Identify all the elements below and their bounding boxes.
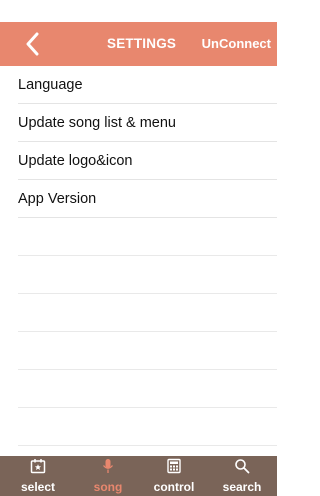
- empty-list-row: [18, 294, 277, 332]
- unconnect-button[interactable]: UnConnect: [202, 22, 271, 66]
- settings-item-label: Update logo&icon: [18, 153, 133, 169]
- tab-label: song: [93, 480, 123, 494]
- microphone-icon: [100, 458, 116, 477]
- tab-label: control: [153, 480, 195, 494]
- tab-select[interactable]: select: [8, 456, 68, 496]
- empty-list-row: [18, 408, 277, 446]
- search-icon: [234, 458, 250, 477]
- bottom-tab-bar: select song control search: [0, 456, 277, 496]
- settings-item-label: Language: [18, 77, 83, 93]
- settings-item-app-version[interactable]: App Version: [18, 180, 277, 218]
- empty-list-row: [18, 256, 277, 294]
- status-bar-area: [0, 0, 277, 22]
- empty-list-row: [18, 218, 277, 256]
- settings-item-label: App Version: [18, 191, 97, 207]
- tab-search[interactable]: search: [212, 456, 272, 496]
- page-title: SETTINGS: [107, 36, 177, 51]
- settings-list: Language Update song list & menu Update …: [0, 66, 277, 484]
- chevron-left-icon: [26, 32, 39, 56]
- tab-label: search: [222, 480, 262, 494]
- tab-control[interactable]: control: [144, 456, 204, 496]
- keypad-icon: [166, 458, 182, 477]
- tab-label: select: [20, 480, 56, 494]
- settings-item-update-song-list[interactable]: Update song list & menu: [18, 104, 277, 142]
- navigation-bar: SETTINGS UnConnect: [0, 22, 277, 66]
- settings-item-update-logo-icon[interactable]: Update logo&icon: [18, 142, 277, 180]
- calendar-star-icon: [30, 458, 46, 477]
- settings-item-label: Update song list & menu: [18, 115, 176, 131]
- empty-list-row: [18, 370, 277, 408]
- tab-song[interactable]: song: [78, 456, 138, 496]
- back-button[interactable]: [24, 32, 40, 56]
- settings-item-language[interactable]: Language: [18, 66, 277, 104]
- empty-list-row: [18, 332, 277, 370]
